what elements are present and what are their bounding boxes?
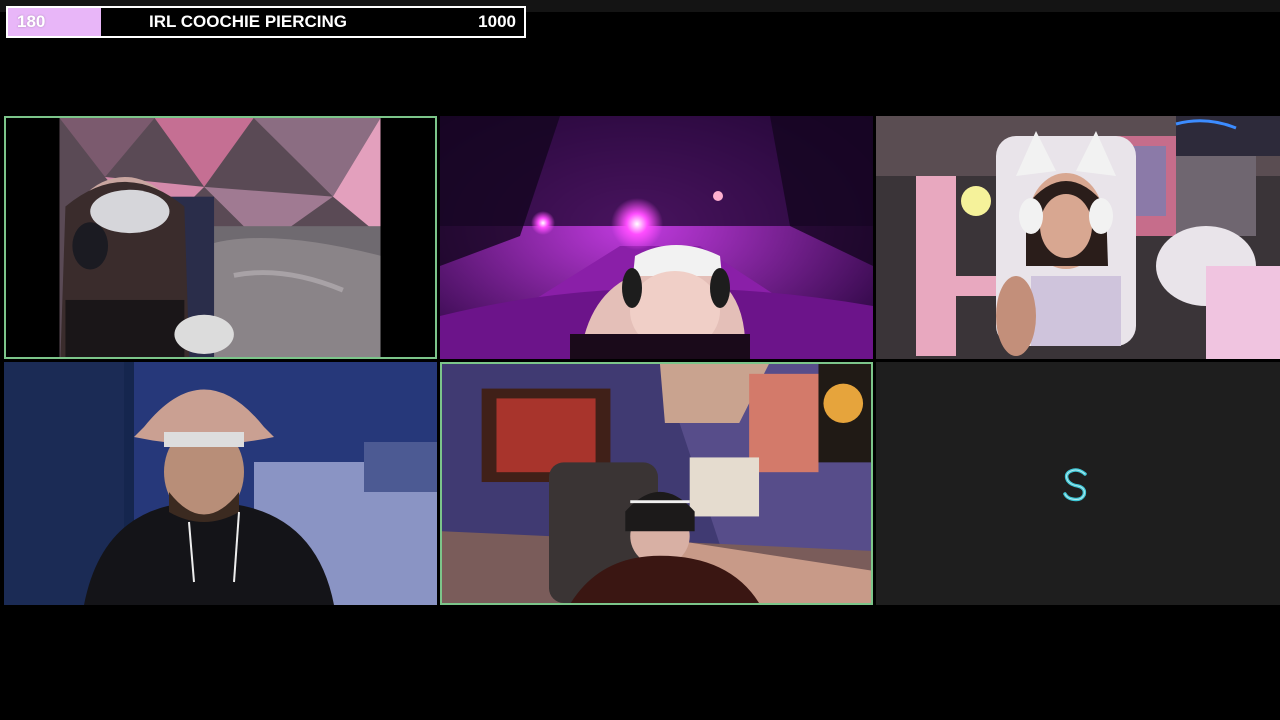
video-tile-2[interactable] (440, 116, 873, 359)
goal-target-count: 1000 (478, 12, 516, 31)
streamer-s-logo-icon (1063, 467, 1087, 501)
goal-current-count: 180 (17, 12, 46, 31)
video-feed-5 (442, 364, 871, 603)
video-tile-6-empty (876, 362, 1280, 605)
video-feed-4 (4, 362, 437, 605)
video-tile-5[interactable] (440, 362, 873, 605)
video-feed-1 (6, 118, 435, 357)
goal-title: IRL COOCHIE PIERCING (148, 12, 348, 31)
video-feed-2 (440, 116, 873, 359)
video-tile-4[interactable] (4, 362, 437, 605)
video-tile-1[interactable] (4, 116, 437, 359)
video-tile-3[interactable] (876, 116, 1280, 359)
video-feed-3 (876, 116, 1280, 359)
goal-progress-bar: IRL COOCHIE PIERCING 180 1000 (6, 6, 526, 38)
